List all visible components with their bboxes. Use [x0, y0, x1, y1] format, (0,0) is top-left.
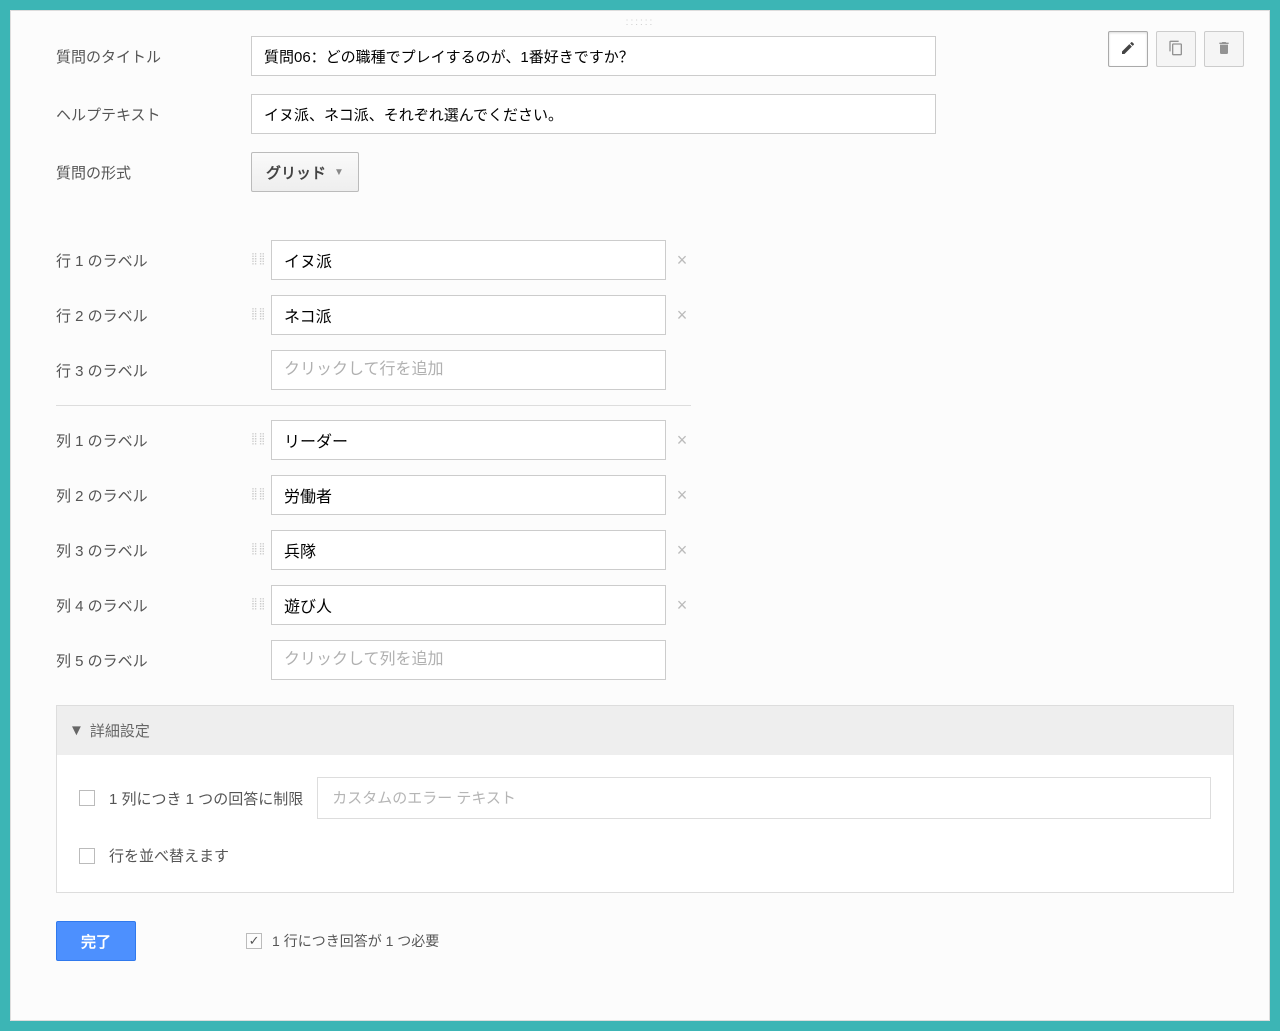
done-button[interactable]: 完了 — [56, 921, 136, 961]
chevron-down-icon: ▼ — [334, 167, 344, 178]
remove-col2-button[interactable]: × — [670, 485, 694, 506]
require-response-label: 1 行につき回答が 1 つ必要 — [272, 931, 439, 951]
remove-col3-button[interactable]: × — [670, 540, 694, 561]
trash-icon — [1216, 40, 1232, 59]
drag-handle-icon[interactable]: ⠿⠿⠿⠿ — [251, 435, 265, 445]
row2-label: 行 2 のラベル — [56, 305, 251, 326]
copy-icon — [1168, 40, 1184, 59]
row3-label: 行 3 のラベル — [56, 360, 251, 381]
toolbar — [1108, 31, 1244, 67]
drag-handle-icon[interactable]: ⠿⠿⠿⠿ — [251, 310, 265, 320]
question-title-label: 質問のタイトル — [56, 46, 251, 67]
help-text-label: ヘルプテキスト — [56, 104, 251, 125]
chevron-down-icon: ▼ — [69, 722, 84, 739]
col2-input[interactable] — [271, 475, 666, 515]
shuffle-rows-label: 行を並べ替えます — [109, 845, 229, 866]
footer: 完了 1 行につき回答が 1 つ必要 — [56, 921, 1234, 961]
panel-drag-handle-icon[interactable]: :::::: — [626, 17, 655, 28]
advanced-settings-toggle[interactable]: ▼ 詳細設定 — [57, 706, 1233, 755]
remove-col4-button[interactable]: × — [670, 595, 694, 616]
question-title-input[interactable] — [251, 36, 936, 76]
col4-input[interactable] — [271, 585, 666, 625]
col5-label: 列 5 のラベル — [56, 650, 251, 671]
question-type-dropdown[interactable]: グリッド ▼ — [251, 152, 359, 192]
remove-col1-button[interactable]: × — [670, 430, 694, 451]
remove-row2-button[interactable]: × — [670, 305, 694, 326]
advanced-header-label: 詳細設定 — [90, 720, 150, 741]
drag-handle-icon[interactable]: ⠿⠿⠿⠿ — [251, 600, 265, 610]
row-col-separator — [56, 405, 691, 406]
row1-input[interactable] — [271, 240, 666, 280]
limit-one-response-label: 1 列につき 1 つの回答に制限 — [109, 788, 303, 809]
advanced-settings-block: ▼ 詳細設定 1 列につき 1 つの回答に制限 行を並べ替えます — [56, 705, 1234, 893]
help-text-input[interactable] — [251, 94, 936, 134]
col2-label: 列 2 のラベル — [56, 485, 251, 506]
delete-button[interactable] — [1204, 31, 1244, 67]
drag-handle-icon[interactable]: ⠿⠿⠿⠿ — [251, 545, 265, 555]
drag-handle-icon[interactable]: ⠿⠿⠿⠿ — [251, 255, 265, 265]
remove-row1-button[interactable]: × — [670, 250, 694, 271]
question-editor-panel: :::::: 質問のタイトル ヘルプテキスト 質問の形式 グリッド ▼ 行 1 … — [10, 10, 1270, 1021]
question-type-label: 質問の形式 — [56, 162, 251, 183]
row2-input[interactable] — [271, 295, 666, 335]
col4-label: 列 4 のラベル — [56, 595, 251, 616]
col3-label: 列 3 のラベル — [56, 540, 251, 561]
edit-button[interactable] — [1108, 31, 1148, 67]
add-col-input[interactable] — [271, 640, 666, 680]
row1-label: 行 1 のラベル — [56, 250, 251, 271]
col3-input[interactable] — [271, 530, 666, 570]
custom-error-text-input[interactable] — [317, 777, 1211, 819]
col1-label: 列 1 のラベル — [56, 430, 251, 451]
duplicate-button[interactable] — [1156, 31, 1196, 67]
add-row-input[interactable] — [271, 350, 666, 390]
drag-handle-icon[interactable]: ⠿⠿⠿⠿ — [251, 490, 265, 500]
shuffle-rows-checkbox[interactable] — [79, 848, 95, 864]
question-type-value: グリッド — [266, 162, 326, 183]
col1-input[interactable] — [271, 420, 666, 460]
require-response-checkbox[interactable] — [246, 933, 262, 949]
pencil-icon — [1120, 40, 1136, 59]
limit-one-response-checkbox[interactable] — [79, 790, 95, 806]
